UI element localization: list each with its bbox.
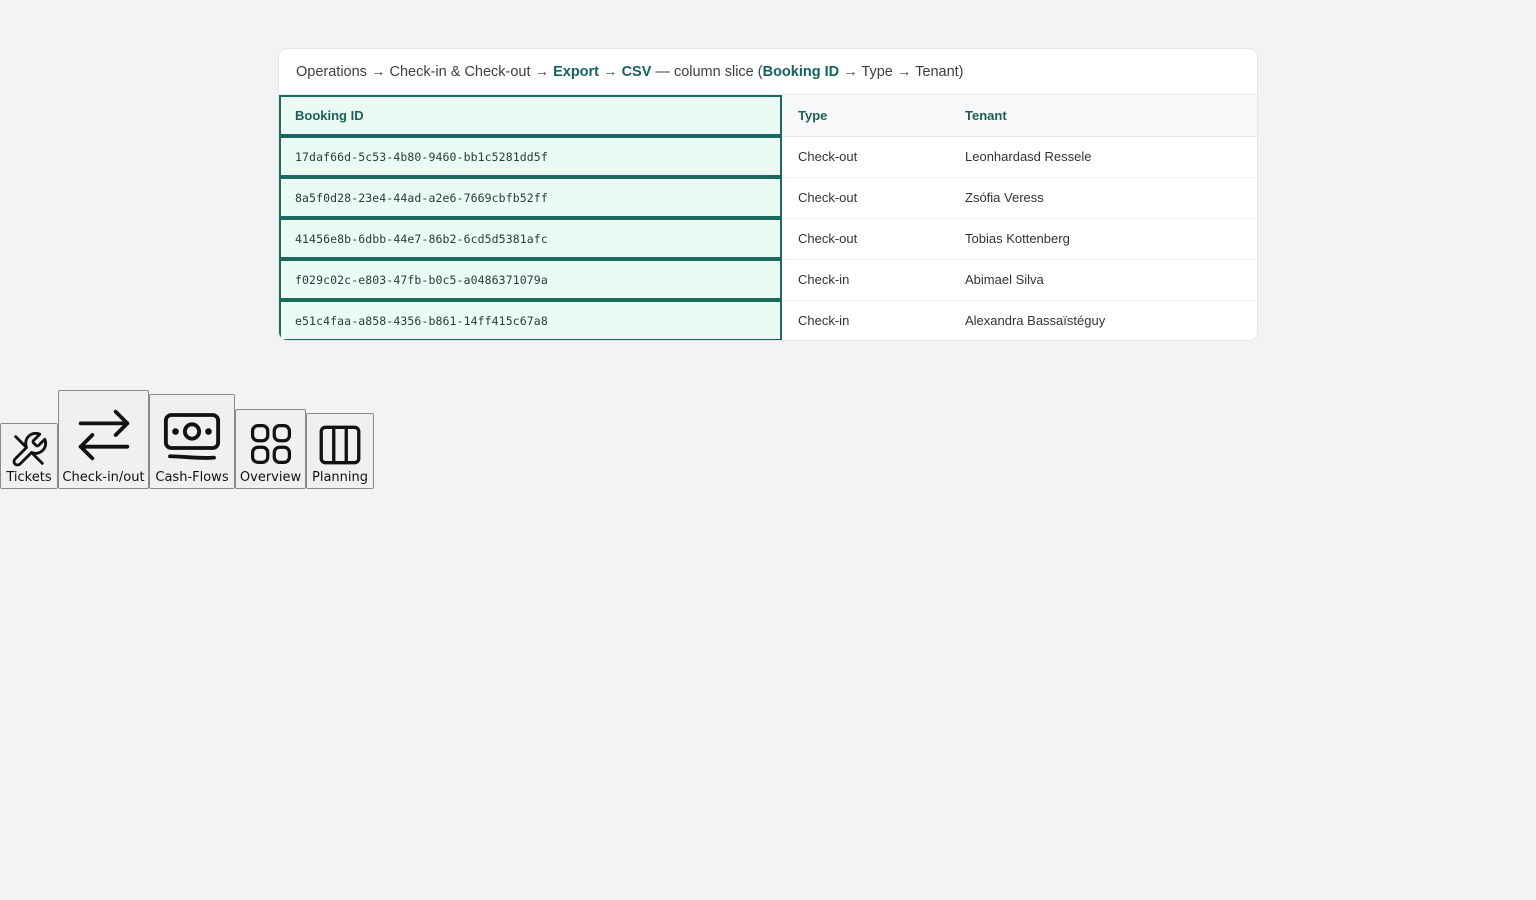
type-cell: Check-out [782,136,949,178]
dock-label: Cash-Flows [155,470,229,485]
table-row: e51c4faa-a858-4356-b861-14ff415c67a8 Che… [279,300,1257,340]
dock-button-cash-flows[interactable]: Cash-Flows [149,394,235,489]
booking-id-cell[interactable]: f029c02c-e803-47fb-b0c5-a0486371079a [279,259,782,301]
type-cell: Check-in [782,259,949,301]
tenant-cell: Tobias Kottenberg [949,218,1257,260]
banknote-icon [163,413,221,460]
breadcrumb-export-csv: Export → CSV [553,64,652,80]
grid-icon [250,423,291,465]
column-header-tenant[interactable]: Tenant [949,95,1257,137]
type-cell: Check-out [782,218,949,260]
breadcrumb: Operations → Check-in & Check-out → Expo… [279,49,1257,95]
booking-id-cell[interactable]: e51c4faa-a858-4356-b861-14ff415c67a8 [279,300,782,340]
tools-icon [12,431,48,467]
dock-label: Planning [312,470,368,485]
type-cell: Check-in [798,313,850,329]
tenant-cell: Zsófia Veress [949,177,1257,219]
breadcrumb-slice-rest: → Type → Tenant) [839,64,964,80]
booking-id-cell[interactable]: 17daf66d-5c53-4b80-9460-bb1c5281dd5f [279,136,782,178]
breadcrumb-operations[interactable]: Operations [296,64,367,80]
breadcrumb-checkin-checkout[interactable]: Check-in & Check-out [390,64,531,80]
dock-button-check-in-out[interactable]: Check-in/out [58,390,149,489]
table-row: 8a5f0d28-23e4-44ad-a2e6-7669cbfb52ff Che… [279,177,1257,219]
breadcrumb-slice-prefix: — column slice ( [651,64,763,80]
type-cell: Check-out [782,177,949,219]
tenant-cell: Leonhardasd Ressele [949,136,1257,178]
table-row: 41456e8b-6dbb-44e7-86b2-6cd5d5381afc Che… [279,218,1257,260]
columns-icon [319,425,361,465]
breadcrumb-booking-id: Booking ID [762,64,840,80]
swap-arrows-icon [78,409,129,461]
column-header-booking-id[interactable]: Booking ID [279,95,782,137]
tenant-cell: Abimael Silva [949,259,1257,301]
column-header-type[interactable]: Type [782,95,949,137]
booking-id-cell[interactable]: 41456e8b-6dbb-44e7-86b2-6cd5d5381afc [279,218,782,260]
table-header-row: Booking ID Type Tenant [279,95,1257,137]
dock-button-tickets[interactable]: Tickets [0,423,58,489]
breadcrumb-separator: → [366,64,390,80]
dock-label: Check-in/out [62,470,145,485]
dock-label: Overview [239,470,302,485]
dock-button-planning[interactable]: Planning [306,413,374,489]
table-row: f029c02c-e803-47fb-b0c5-a0486371079a Che… [279,259,1257,301]
dock-label: Tickets [6,470,52,485]
table-row: 17daf66d-5c53-4b80-9460-bb1c5281dd5f Che… [279,136,1257,178]
export-table: Booking ID Type Tenant 17daf66d-5c53-4b8… [279,95,1257,340]
booking-id-cell[interactable]: 8a5f0d28-23e4-44ad-a2e6-7669cbfb52ff [279,177,782,219]
tenant-cell: Alexandra Bassaïstéguy [965,313,1106,329]
breadcrumb-separator: → [530,64,554,80]
dock-button-overview[interactable]: Overview [235,409,306,489]
export-card: Operations → Check-in & Check-out → Expo… [278,48,1258,341]
